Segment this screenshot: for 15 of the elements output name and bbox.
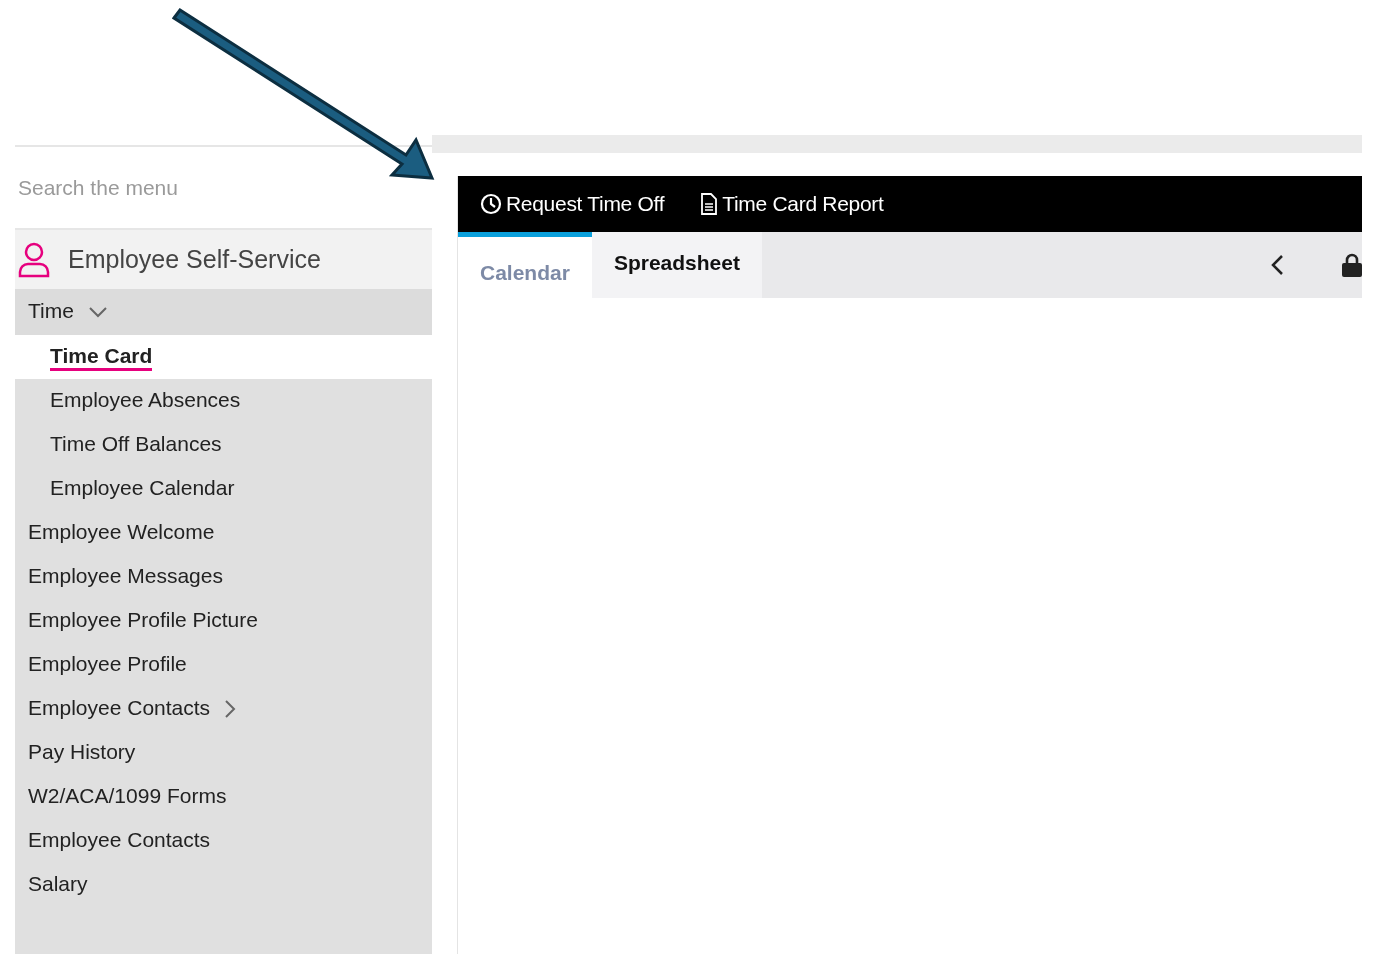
chevron-down-icon (87, 306, 108, 318)
toolbar-action[interactable]: Request Time Off (480, 192, 665, 216)
toolbar-action[interactable]: Time Card Report (700, 192, 884, 216)
menu-item[interactable]: Time (15, 289, 432, 335)
module-title: Employee Self-Service (68, 245, 321, 274)
person-icon (18, 241, 50, 278)
document-icon (700, 193, 719, 215)
lock-icon (1342, 253, 1362, 277)
menu-item[interactable]: Time Card (15, 335, 432, 379)
chevron-left-icon (1270, 254, 1284, 276)
view-tab[interactable]: Spreadsheet (591, 232, 762, 298)
clock-icon (480, 193, 502, 215)
chevron-right-icon (224, 699, 237, 719)
module-header[interactable]: Employee Self-Service (15, 230, 432, 289)
search-field[interactable]: Search the menu (15, 147, 432, 230)
